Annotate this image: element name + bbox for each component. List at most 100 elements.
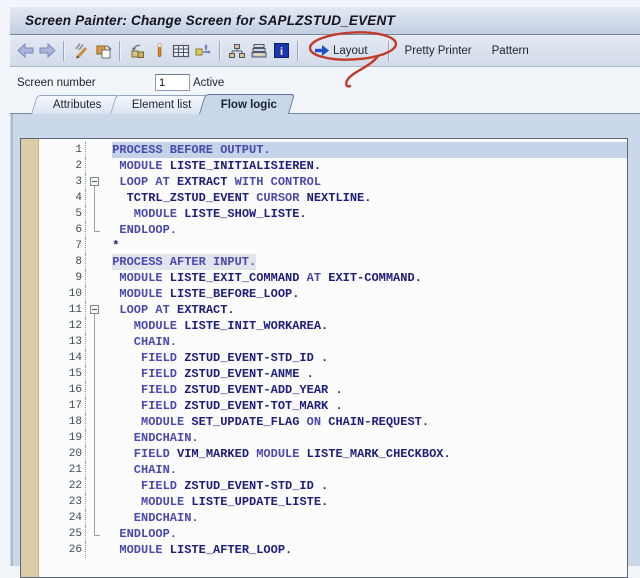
code-line[interactable]: 2MODULE LISTE_INITIALISIEREN. bbox=[38, 158, 627, 174]
code-line[interactable]: 14 FIELD ZSTUD_EVENT-STD_ID . bbox=[38, 350, 627, 366]
code-line[interactable]: 9MODULE LISTE_EXIT_COMMAND AT EXIT-COMMA… bbox=[38, 270, 627, 286]
code-text: FIELD ZSTUD_EVENT-STD_ID . bbox=[105, 350, 627, 366]
toolbar-separator bbox=[219, 41, 221, 61]
code-line[interactable]: 6ENDLOOP. bbox=[38, 222, 627, 238]
code-text: FIELD VIM_MARKED MODULE LISTE_MARK_CHECK… bbox=[105, 446, 627, 462]
fold-gutter bbox=[86, 494, 105, 510]
hierarchy-icon[interactable] bbox=[226, 40, 248, 62]
pattern-button[interactable]: Pattern bbox=[486, 40, 535, 62]
code-line[interactable]: 24ENDCHAIN. bbox=[38, 510, 627, 526]
code-text: PROCESS AFTER INPUT. bbox=[105, 254, 627, 270]
other-screen-icon[interactable] bbox=[126, 40, 148, 62]
code-line[interactable]: 3LOOP AT EXTRACT WITH CONTROL bbox=[38, 174, 627, 190]
fold-gutter bbox=[86, 398, 105, 414]
line-number: 8 bbox=[38, 254, 86, 270]
code-line[interactable]: 25 ENDLOOP. bbox=[38, 526, 627, 542]
code-line[interactable]: 22FIELD ZSTUD_EVENT-STD_ID . bbox=[38, 478, 627, 494]
toolbar-separator bbox=[63, 41, 65, 61]
code-line[interactable]: 4TCTRL_ZSTUD_EVENT CURSOR NEXTLINE. bbox=[38, 190, 627, 206]
pretty-printer-button[interactable]: Pretty Printer bbox=[399, 40, 478, 62]
code-line[interactable]: 15 FIELD ZSTUD_EVENT-ANME . bbox=[38, 366, 627, 382]
print-list-icon[interactable] bbox=[248, 40, 270, 62]
fold-gutter bbox=[86, 318, 105, 334]
tab-attributes[interactable]: Attributes bbox=[31, 95, 119, 114]
code-line[interactable]: 1PROCESS BEFORE OUTPUT. bbox=[38, 142, 627, 158]
move-field-icon[interactable] bbox=[192, 40, 214, 62]
line-number: 3 bbox=[38, 174, 86, 190]
code-line[interactable]: 13 CHAIN. bbox=[38, 334, 627, 350]
fold-gutter bbox=[86, 238, 105, 254]
code-text: MODULE LISTE_BEFORE_LOOP. bbox=[105, 286, 627, 302]
fold-gutter bbox=[86, 526, 105, 542]
fold-gutter bbox=[86, 206, 105, 222]
fold-collapse-icon[interactable] bbox=[86, 302, 105, 318]
breakpoint-margin[interactable] bbox=[21, 139, 39, 577]
code-line[interactable]: 16FIELD ZSTUD_EVENT-ADD_YEAR . bbox=[38, 382, 627, 398]
tab-strip: Attributes Element list Flow logic bbox=[34, 95, 288, 113]
code-line[interactable]: 18MODULE SET_UPDATE_FLAG ON CHAIN-REQUES… bbox=[38, 414, 627, 430]
layout-button[interactable]: Layout bbox=[308, 40, 374, 62]
code-line[interactable]: 7* bbox=[38, 238, 627, 254]
code-line[interactable]: 5MODULE LISTE_SHOW_LISTE. bbox=[38, 206, 627, 222]
fold-gutter bbox=[86, 334, 105, 350]
code-line[interactable]: 10MODULE LISTE_BEFORE_LOOP. bbox=[38, 286, 627, 302]
code-text: FIELD ZSTUD_EVENT-STD_ID . bbox=[105, 478, 627, 494]
line-number: 17 bbox=[38, 398, 86, 414]
line-number: 14 bbox=[38, 350, 86, 366]
code-line[interactable]: 26MODULE LISTE_AFTER_LOOP. bbox=[38, 542, 627, 558]
code-text: CHAIN. bbox=[105, 334, 627, 350]
fold-gutter bbox=[86, 510, 105, 526]
code-line[interactable]: 23MODULE LISTE_UPDATE_LISTE. bbox=[38, 494, 627, 510]
fold-gutter bbox=[86, 142, 105, 158]
code-text: ENDLOOP. bbox=[105, 222, 627, 238]
line-number: 21 bbox=[38, 462, 86, 478]
code-line[interactable]: 12MODULE LISTE_INIT_WORKAREA. bbox=[38, 318, 627, 334]
fold-gutter bbox=[86, 366, 105, 382]
code-line[interactable]: 11LOOP AT EXTRACT. bbox=[38, 302, 627, 318]
code-text: LOOP AT EXTRACT. bbox=[105, 302, 627, 318]
line-number: 13 bbox=[38, 334, 86, 350]
fold-collapse-icon[interactable] bbox=[86, 174, 105, 190]
code-text: ENDLOOP. bbox=[105, 526, 627, 542]
line-number: 2 bbox=[38, 158, 86, 174]
toolbar-separator bbox=[119, 41, 121, 61]
display-change-icon[interactable] bbox=[70, 40, 92, 62]
tab-element-list[interactable]: Element list bbox=[110, 95, 209, 114]
screen-painter-window: Screen Painter: Change Screen for SAPLZS… bbox=[0, 0, 640, 566]
table-control-icon[interactable] bbox=[170, 40, 192, 62]
fold-gutter bbox=[86, 414, 105, 430]
line-number: 25 bbox=[38, 526, 86, 542]
screen-number-input[interactable] bbox=[155, 74, 190, 91]
code-text: FIELD ZSTUD_EVENT-ANME . bbox=[105, 366, 627, 382]
code-text: MODULE LISTE_SHOW_LISTE. bbox=[105, 206, 627, 222]
line-number: 16 bbox=[38, 382, 86, 398]
line-number: 7 bbox=[38, 238, 86, 254]
fold-gutter bbox=[86, 462, 105, 478]
back-icon[interactable] bbox=[14, 40, 36, 62]
flow-logic-editor[interactable]: 1PROCESS BEFORE OUTPUT.2MODULE LISTE_INI… bbox=[20, 138, 628, 578]
application-toolbar: i Layout Pretty Printer Pattern bbox=[10, 35, 640, 67]
code-line[interactable]: 20FIELD VIM_MARKED MODULE LISTE_MARK_CHE… bbox=[38, 446, 627, 462]
info-icon[interactable]: i bbox=[270, 40, 292, 62]
copy-screen-icon[interactable] bbox=[92, 40, 114, 62]
code-line[interactable]: 21CHAIN. bbox=[38, 462, 627, 478]
activate-icon[interactable] bbox=[148, 40, 170, 62]
code-text: ENDCHAIN. bbox=[105, 430, 627, 446]
pattern-label: Pattern bbox=[492, 45, 529, 57]
code-area[interactable]: 1PROCESS BEFORE OUTPUT.2MODULE LISTE_INI… bbox=[38, 142, 627, 577]
status-active-label: Active bbox=[193, 77, 224, 89]
panel-edge bbox=[11, 114, 13, 566]
forward-icon[interactable] bbox=[36, 40, 58, 62]
code-line[interactable]: 17FIELD ZSTUD_EVENT-TOT_MARK . bbox=[38, 398, 627, 414]
fold-gutter bbox=[86, 350, 105, 366]
line-number: 15 bbox=[38, 366, 86, 382]
code-line[interactable]: 19 ENDCHAIN. bbox=[38, 430, 627, 446]
fold-gutter bbox=[86, 254, 105, 270]
code-line[interactable]: 8 PROCESS AFTER INPUT. bbox=[38, 254, 627, 270]
toolbar-separator bbox=[297, 41, 299, 61]
tab-flow-logic[interactable]: Flow logic bbox=[199, 94, 295, 114]
fold-gutter bbox=[86, 542, 105, 558]
fold-gutter bbox=[86, 286, 105, 302]
line-number: 19 bbox=[38, 430, 86, 446]
line-number: 23 bbox=[38, 494, 86, 510]
